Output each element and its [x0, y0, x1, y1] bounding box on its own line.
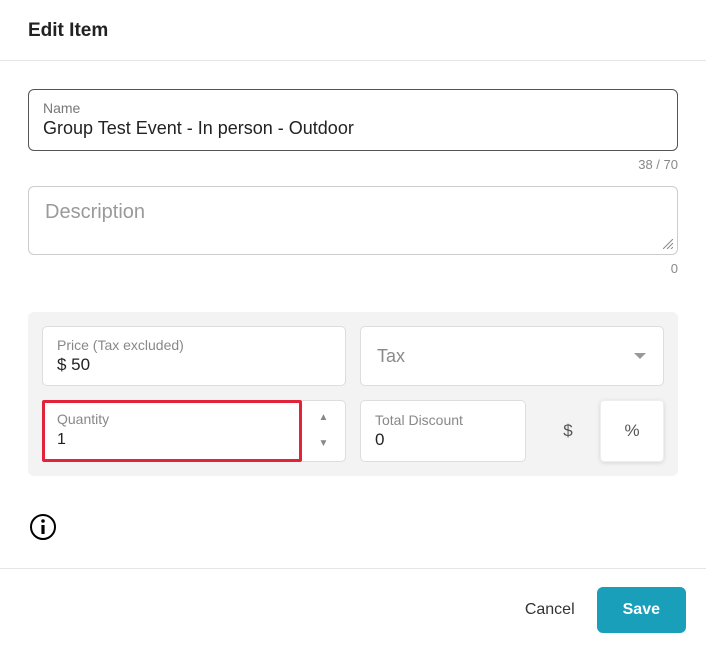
- resize-handle-icon[interactable]: [663, 238, 673, 252]
- quantity-field[interactable]: Quantity 1: [42, 400, 302, 462]
- modal-footer: Cancel Save: [0, 568, 706, 651]
- tax-select[interactable]: Tax: [360, 326, 664, 386]
- quantity-up-icon[interactable]: ▲: [319, 413, 329, 423]
- discount-label: Total Discount: [375, 412, 511, 428]
- name-counter: 38 / 70: [28, 157, 678, 172]
- modal-content: Name Group Test Event - In person - Outd…: [0, 61, 706, 494]
- discount-type-toggle: $ %: [536, 400, 664, 462]
- info-icon[interactable]: [28, 512, 678, 542]
- cancel-button[interactable]: Cancel: [525, 601, 575, 619]
- quantity-label: Quantity: [57, 411, 287, 427]
- tax-label: Tax: [377, 346, 405, 367]
- description-field[interactable]: Description: [28, 186, 678, 255]
- modal-title: Edit Item: [28, 20, 678, 42]
- description-placeholder: Description: [45, 201, 661, 224]
- discount-currency-button[interactable]: $: [536, 400, 600, 462]
- name-label: Name: [43, 100, 663, 116]
- edit-item-modal: Edit Item Name Group Test Event - In per…: [0, 0, 706, 651]
- quantity-row: Quantity 1 ▲ ▼: [42, 400, 346, 462]
- discount-percent-button[interactable]: %: [600, 400, 664, 462]
- chevron-down-icon: [633, 351, 647, 361]
- modal-header: Edit Item: [0, 0, 706, 60]
- name-value: Group Test Event - In person - Outdoor: [43, 118, 663, 140]
- pricing-panel: Price (Tax excluded) $ 50 Tax Quantity 1…: [28, 312, 678, 476]
- quantity-down-icon[interactable]: ▼: [319, 439, 329, 449]
- discount-value: 0: [375, 430, 511, 450]
- price-field[interactable]: Price (Tax excluded) $ 50: [42, 326, 346, 386]
- price-label: Price (Tax excluded): [57, 337, 331, 353]
- save-button[interactable]: Save: [597, 587, 686, 633]
- quantity-stepper: ▲ ▼: [302, 400, 346, 462]
- description-counter: 0: [28, 261, 678, 276]
- name-field[interactable]: Name Group Test Event - In person - Outd…: [28, 89, 678, 151]
- quantity-value: 1: [57, 431, 287, 449]
- price-value: $ 50: [57, 355, 331, 375]
- discount-field[interactable]: Total Discount 0: [360, 400, 526, 462]
- discount-row: Total Discount 0 $ %: [360, 400, 664, 462]
